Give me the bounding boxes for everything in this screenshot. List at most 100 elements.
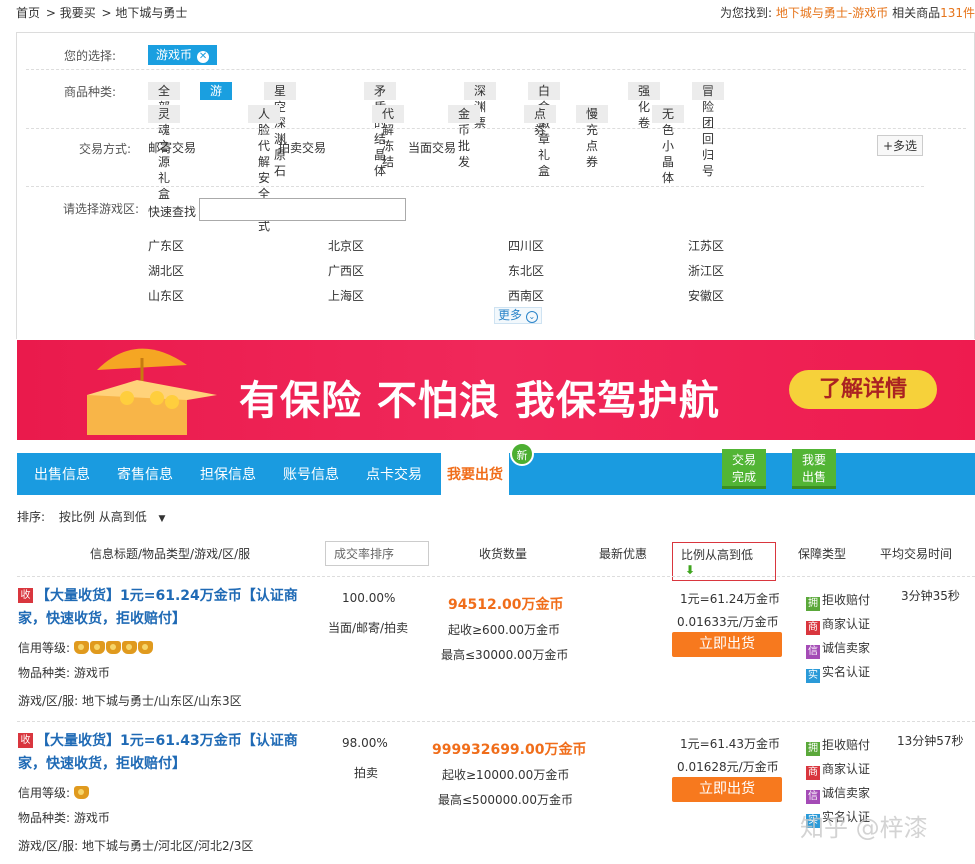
trade-face[interactable]: 当面交易 <box>408 139 456 156</box>
category-chip[interactable]: 点券 <box>524 105 557 137</box>
region-item[interactable]: 广东区 <box>148 237 184 254</box>
ratio-line1: 1元=61.24万金币 <box>680 592 781 606</box>
banner-text: 有保险 不怕浪 我保驾护航 <box>239 378 720 424</box>
guarantee-item: 实实名认证 <box>806 663 870 683</box>
ship-now-button[interactable]: 立即出货 <box>672 632 782 657</box>
category-chip[interactable]: 深渊票 <box>464 82 497 130</box>
region-item[interactable]: 湖北区 <box>148 262 184 279</box>
col-avg-time: 平均交易时间 <box>880 547 953 561</box>
more-regions-button[interactable]: 更多 ⌄ <box>494 307 542 324</box>
credit-level: 信用等级: <box>18 784 90 801</box>
category-label: 商品种类: <box>63 85 116 99</box>
crown-icon <box>121 641 137 654</box>
new-badge: 新 <box>510 442 534 466</box>
tab-sell-info[interactable]: 出售信息 <box>34 453 90 495</box>
trade-mail[interactable]: 邮寄交易 <box>148 139 196 156</box>
col-info: 信息标题/物品类型/游戏/区/服 <box>90 547 251 561</box>
umbrella-illustration-icon <box>87 348 217 435</box>
breadcrumb-game[interactable]: 地下城与勇士 <box>115 6 187 20</box>
guarantee-icon: 信 <box>806 790 820 804</box>
region-item[interactable]: 北京区 <box>328 237 364 254</box>
quantity: 999932699.00万金币 <box>432 742 587 758</box>
tab-consignment[interactable]: 寄售信息 <box>117 453 173 495</box>
col-discount: 最新优惠 <box>599 547 648 561</box>
trade-complete-button[interactable]: 交易 完成 <box>722 449 766 489</box>
category-chip[interactable]: 星空深渊原石 <box>264 82 297 178</box>
sort-row: 排序: 按比例 从高到低 ▼ <box>17 508 169 525</box>
region-item[interactable]: 浙江区 <box>688 262 724 279</box>
category-chip[interactable]: 无色小晶体 <box>652 105 685 185</box>
region-item[interactable]: 上海区 <box>328 287 364 304</box>
quick-search-input[interactable] <box>199 198 406 221</box>
multi-select-button[interactable]: +多选 <box>877 135 924 156</box>
category-chip[interactable]: 游戏币 <box>200 82 233 130</box>
ratio-line2: 0.01628元/万金币 <box>677 760 779 774</box>
remove-icon[interactable]: ✕ <box>197 51 210 63</box>
insurance-banner[interactable]: 有保险 不怕浪 我保驾护航 了解详情 <box>17 340 975 440</box>
server-info: 游戏/区/服: 地下城与勇士/河北区/河北2/3区 <box>18 839 254 853</box>
region-item[interactable]: 西南区 <box>508 287 544 304</box>
region-item[interactable]: 四川区 <box>508 237 544 254</box>
region-item[interactable]: 安徽区 <box>688 287 724 304</box>
category-chip[interactable]: 冒险团回归号 <box>692 82 725 178</box>
guarantee-icon: 实 <box>806 669 820 683</box>
divider <box>26 128 966 129</box>
region-item[interactable]: 东北区 <box>508 262 544 279</box>
selected-chip[interactable]: 游戏币 ✕ <box>148 45 218 65</box>
listing-title[interactable]: 【大量收货】1元=61.43万金币【认证商 家，快速收货，拒收赔付】 <box>18 730 318 776</box>
success-rate: 98.00% <box>342 736 388 750</box>
sort-select[interactable]: 按比例 从高到低 ▼ <box>55 508 170 525</box>
category-chip[interactable]: 白金徽章礼盒 <box>528 82 561 178</box>
trade-auction[interactable]: 拍卖交易 <box>278 139 326 156</box>
listing-title-line2: 家，快速收货，拒收赔付】 <box>18 756 186 772</box>
tab-ship[interactable]: 我要出货 <box>441 453 509 495</box>
want-sell-button[interactable]: 我要 出售 <box>792 449 836 489</box>
guarantee-item: 拥拒收赔付 <box>806 736 870 756</box>
avg-trade-time: 13分钟57秒 <box>897 734 964 748</box>
region-item[interactable]: 江苏区 <box>688 237 724 254</box>
region-item[interactable]: 广西区 <box>328 262 364 279</box>
breadcrumb-buy[interactable]: 我要买 <box>60 6 96 20</box>
col-guarantee: 保障类型 <box>798 547 847 561</box>
more-label: 更多 <box>498 308 523 322</box>
guarantee-icon: 拥 <box>806 597 820 611</box>
rate-sort-button[interactable]: 成交率排序 <box>325 541 429 566</box>
region-item[interactable]: 山东区 <box>148 287 184 304</box>
credit-level: 信用等级: <box>18 639 154 656</box>
ship-now-button[interactable]: 立即出货 <box>672 777 782 802</box>
guarantee-label: 商家认证 <box>822 762 871 776</box>
category-chip[interactable]: 人脸代解安全模式 <box>248 105 281 233</box>
category-chip[interactable]: 灵魂之源礼盒 <box>148 105 181 201</box>
breadcrumb-home[interactable]: 首页 <box>16 6 40 20</box>
listing-title[interactable]: 【大量收货】1元=61.24万金币【认证商 家，快速收货，拒收赔付】 <box>18 585 318 631</box>
region-label: 请选择游戏区: <box>62 202 139 216</box>
category-chip[interactable]: 全部 <box>148 82 181 114</box>
category-chip[interactable]: 金币批发 <box>448 105 481 169</box>
category-chip[interactable]: 代解冻结 <box>372 105 405 169</box>
result-summary: 为您找到: 地下城与勇士-游戏币 相关商品131件 <box>720 4 975 21</box>
tab-guarantee[interactable]: 担保信息 <box>200 453 256 495</box>
sort-value: 按比例 从高到低 <box>58 510 147 524</box>
divider <box>26 69 966 70</box>
guarantee-label: 诚信卖家 <box>822 786 871 800</box>
category-chip[interactable]: 矛盾的结晶体 <box>364 82 397 178</box>
avg-trade-time: 3分钟35秒 <box>901 589 960 603</box>
chevron-down-icon: ⌄ <box>525 311 538 323</box>
tab-account[interactable]: 账号信息 <box>283 453 339 495</box>
tab-card[interactable]: 点卡交易 <box>366 453 422 495</box>
category-chip[interactable]: 强化卷 <box>628 82 661 130</box>
crown-icon <box>137 641 153 654</box>
dropdown-icon: ▼ <box>158 514 166 524</box>
listing-title-line1: 【大量收货】1元=61.24万金币【认证商 <box>36 588 298 604</box>
ratio-line1: 1元=61.43万金币 <box>680 737 781 751</box>
success-rate: 100.00% <box>342 591 396 605</box>
max-qty: 最高≤30000.00万金币 <box>441 648 569 662</box>
server-info: 游戏/区/服: 地下城与勇士/山东区/山东3区 <box>18 694 242 708</box>
banner-details-button[interactable]: 了解详情 <box>789 370 937 409</box>
credit-label: 信用等级: <box>18 641 71 655</box>
crown-icon <box>73 786 89 799</box>
quantity: 94512.00万金币 <box>448 597 564 613</box>
divider <box>17 721 975 722</box>
category-chip[interactable]: 慢充点券 <box>576 105 609 169</box>
sort-label: 排序: <box>17 510 46 524</box>
